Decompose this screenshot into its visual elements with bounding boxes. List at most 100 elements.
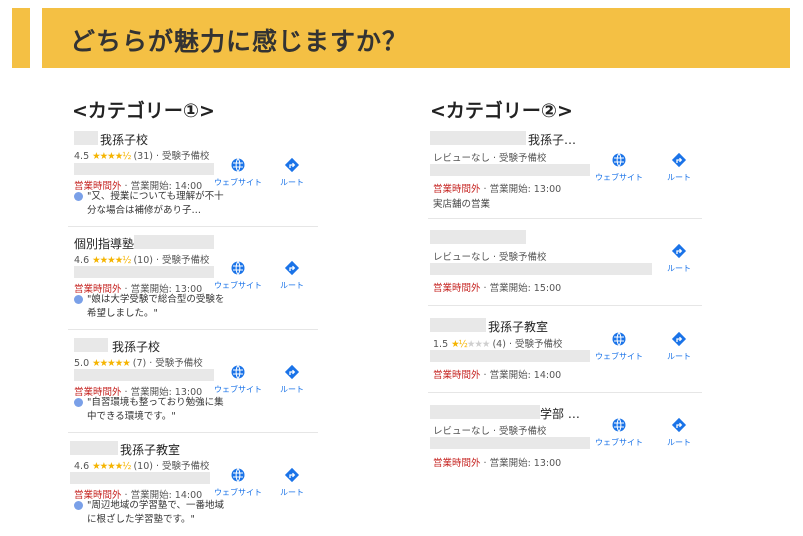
status-closed: 営業時間外 xyxy=(433,283,481,294)
directions-icon xyxy=(671,417,687,433)
redacted-block xyxy=(430,164,590,176)
avatar xyxy=(74,295,83,304)
rating-row: 4.5 ★★★★½ (31) · 受験予備校 xyxy=(74,148,210,162)
route-button[interactable]: ルート xyxy=(654,417,704,448)
star-rating-icon: ★★★★½ xyxy=(92,255,131,266)
route-label: ルート xyxy=(667,173,691,182)
star-rating-icon: ★★★★★ xyxy=(92,358,131,369)
star-rating-icon: ★★★★½ xyxy=(92,151,131,162)
website-label: ウェブサイト xyxy=(595,352,643,361)
route-button[interactable]: ルート xyxy=(654,152,704,183)
redacted-block xyxy=(70,441,118,455)
business-type: · 受験予備校 xyxy=(156,255,210,266)
review-snippet: "周辺地域の学習塾で、一番地域に根ざした学習塾です。" xyxy=(74,499,225,527)
route-button[interactable]: ルート xyxy=(267,364,317,395)
avatar xyxy=(74,192,83,201)
status-closed: 営業時間外 xyxy=(433,184,481,195)
redacted-block xyxy=(430,405,540,419)
review-count: (4) xyxy=(492,339,506,350)
route-label: ルート xyxy=(280,488,304,497)
review-count: (31) xyxy=(133,151,153,162)
directions-icon xyxy=(284,364,300,380)
review-text: "又、授業についても理解が不十分な場合は補修があり子… xyxy=(87,191,224,216)
route-label: ルート xyxy=(667,264,691,273)
website-button[interactable]: ウェブサイト xyxy=(213,260,263,291)
route-button[interactable]: ルート xyxy=(267,260,317,291)
website-label: ウェブサイト xyxy=(214,488,262,497)
business-name[interactable]: 学部 … xyxy=(540,405,580,422)
review-count: (10) xyxy=(133,255,153,266)
category-2-title: <カテゴリー②> xyxy=(430,100,573,122)
globe-icon xyxy=(612,153,626,167)
hours-row: 営業時間外 · 営業開始: 15:00 xyxy=(433,280,561,294)
page-title: どちらが魅力に感じますか？ xyxy=(70,27,409,56)
business-type: · 受験予備校 xyxy=(149,358,203,369)
meta-row: レビューなし · 受験予備校 xyxy=(433,153,547,164)
website-label: ウェブサイト xyxy=(214,281,262,290)
redacted-block xyxy=(430,437,590,449)
star-rating-icon: ★½ xyxy=(451,339,468,350)
business-name[interactable]: 我孫子校 xyxy=(100,131,148,148)
star-rating-icon: ★★★★½ xyxy=(92,461,131,472)
redacted-block xyxy=(430,131,526,145)
route-button[interactable]: ルート xyxy=(267,467,317,498)
meta-row: レビューなし · 受験予備校 xyxy=(433,252,547,263)
opening-time: · 営業開始: 14:00 xyxy=(483,370,562,381)
rating-row: 5.0 ★★★★★ (7) · 受験予備校 xyxy=(74,355,203,369)
hours-row: 営業時間外 · 営業開始: 13:00 xyxy=(433,181,561,195)
review-text: "娘は大学受験で総合型の受験を希望しました。" xyxy=(87,294,225,319)
redacted-block xyxy=(74,163,214,175)
route-label: ルート xyxy=(667,438,691,447)
redacted-block xyxy=(134,235,214,249)
business-name[interactable]: 我孫子… xyxy=(528,131,576,148)
review-snippet: "自習環境も整っており勉強に集中できる環境です。" xyxy=(74,396,225,424)
avatar xyxy=(74,398,83,407)
business-type: · 受験予備校 xyxy=(508,339,563,350)
website-button[interactable]: ウェブサイト xyxy=(594,152,644,183)
business-name[interactable]: 我孫子校 xyxy=(112,338,160,355)
status-closed: 営業時間外 xyxy=(433,370,481,381)
avatar xyxy=(74,501,83,510)
website-button[interactable]: ウェブサイト xyxy=(594,331,644,362)
redacted-block xyxy=(430,263,652,275)
rating-row: 4.6 ★★★★½ (10) · 受験予備校 xyxy=(74,252,210,266)
directions-icon xyxy=(284,260,300,276)
rating-row: 4.6 ★★★★½ (10) · 受験予備校 xyxy=(74,458,210,472)
review-snippet: "又、授業についても理解が不十分な場合は補修があり子… xyxy=(74,190,225,218)
redacted-block xyxy=(74,131,98,145)
website-label: ウェブサイト xyxy=(595,173,643,182)
website-label: ウェブサイト xyxy=(214,385,262,394)
website-button[interactable]: ウェブサイト xyxy=(213,364,263,395)
route-button[interactable]: ルート xyxy=(654,331,704,362)
redacted-block xyxy=(70,472,210,484)
review-text: "周辺地域の学習塾で、一番地域に根ざした学習塾です。" xyxy=(87,500,224,525)
route-button[interactable]: ルート xyxy=(654,243,704,274)
route-label: ルート xyxy=(280,281,304,290)
website-label: ウェブサイト xyxy=(595,438,643,447)
hours-row: 営業時間外 · 営業開始: 13:00 xyxy=(433,455,561,469)
redacted-block xyxy=(430,350,590,362)
route-button[interactable]: ルート xyxy=(267,157,317,188)
website-button[interactable]: ウェブサイト xyxy=(213,157,263,188)
star-empty-icon: ★★★ xyxy=(466,339,491,350)
business-name[interactable]: 我孫子教室 xyxy=(488,318,548,335)
rating-value: 1.5 xyxy=(433,339,449,350)
category-1-title: <カテゴリー①> xyxy=(72,100,215,122)
globe-icon xyxy=(231,468,245,482)
business-name[interactable]: 個別指導塾 xyxy=(74,235,134,252)
route-label: ルート xyxy=(280,178,304,187)
status-closed: 営業時間外 xyxy=(433,458,481,469)
business-name[interactable]: 我孫子教室 xyxy=(120,441,180,458)
directions-icon xyxy=(671,243,687,259)
store-note: 実店舗の営業 xyxy=(433,199,491,210)
website-button[interactable]: ウェブサイト xyxy=(594,417,644,448)
meta-row: レビューなし · 受験予備校 xyxy=(433,426,547,437)
review-count: (7) xyxy=(132,358,147,369)
website-label: ウェブサイト xyxy=(214,178,262,187)
globe-icon xyxy=(612,418,626,432)
review-count: (10) xyxy=(133,461,153,472)
business-type: · 受験予備校 xyxy=(156,151,210,162)
rating-value: 4.6 xyxy=(74,255,90,266)
website-button[interactable]: ウェブサイト xyxy=(213,467,263,498)
banner-accent xyxy=(12,8,30,68)
